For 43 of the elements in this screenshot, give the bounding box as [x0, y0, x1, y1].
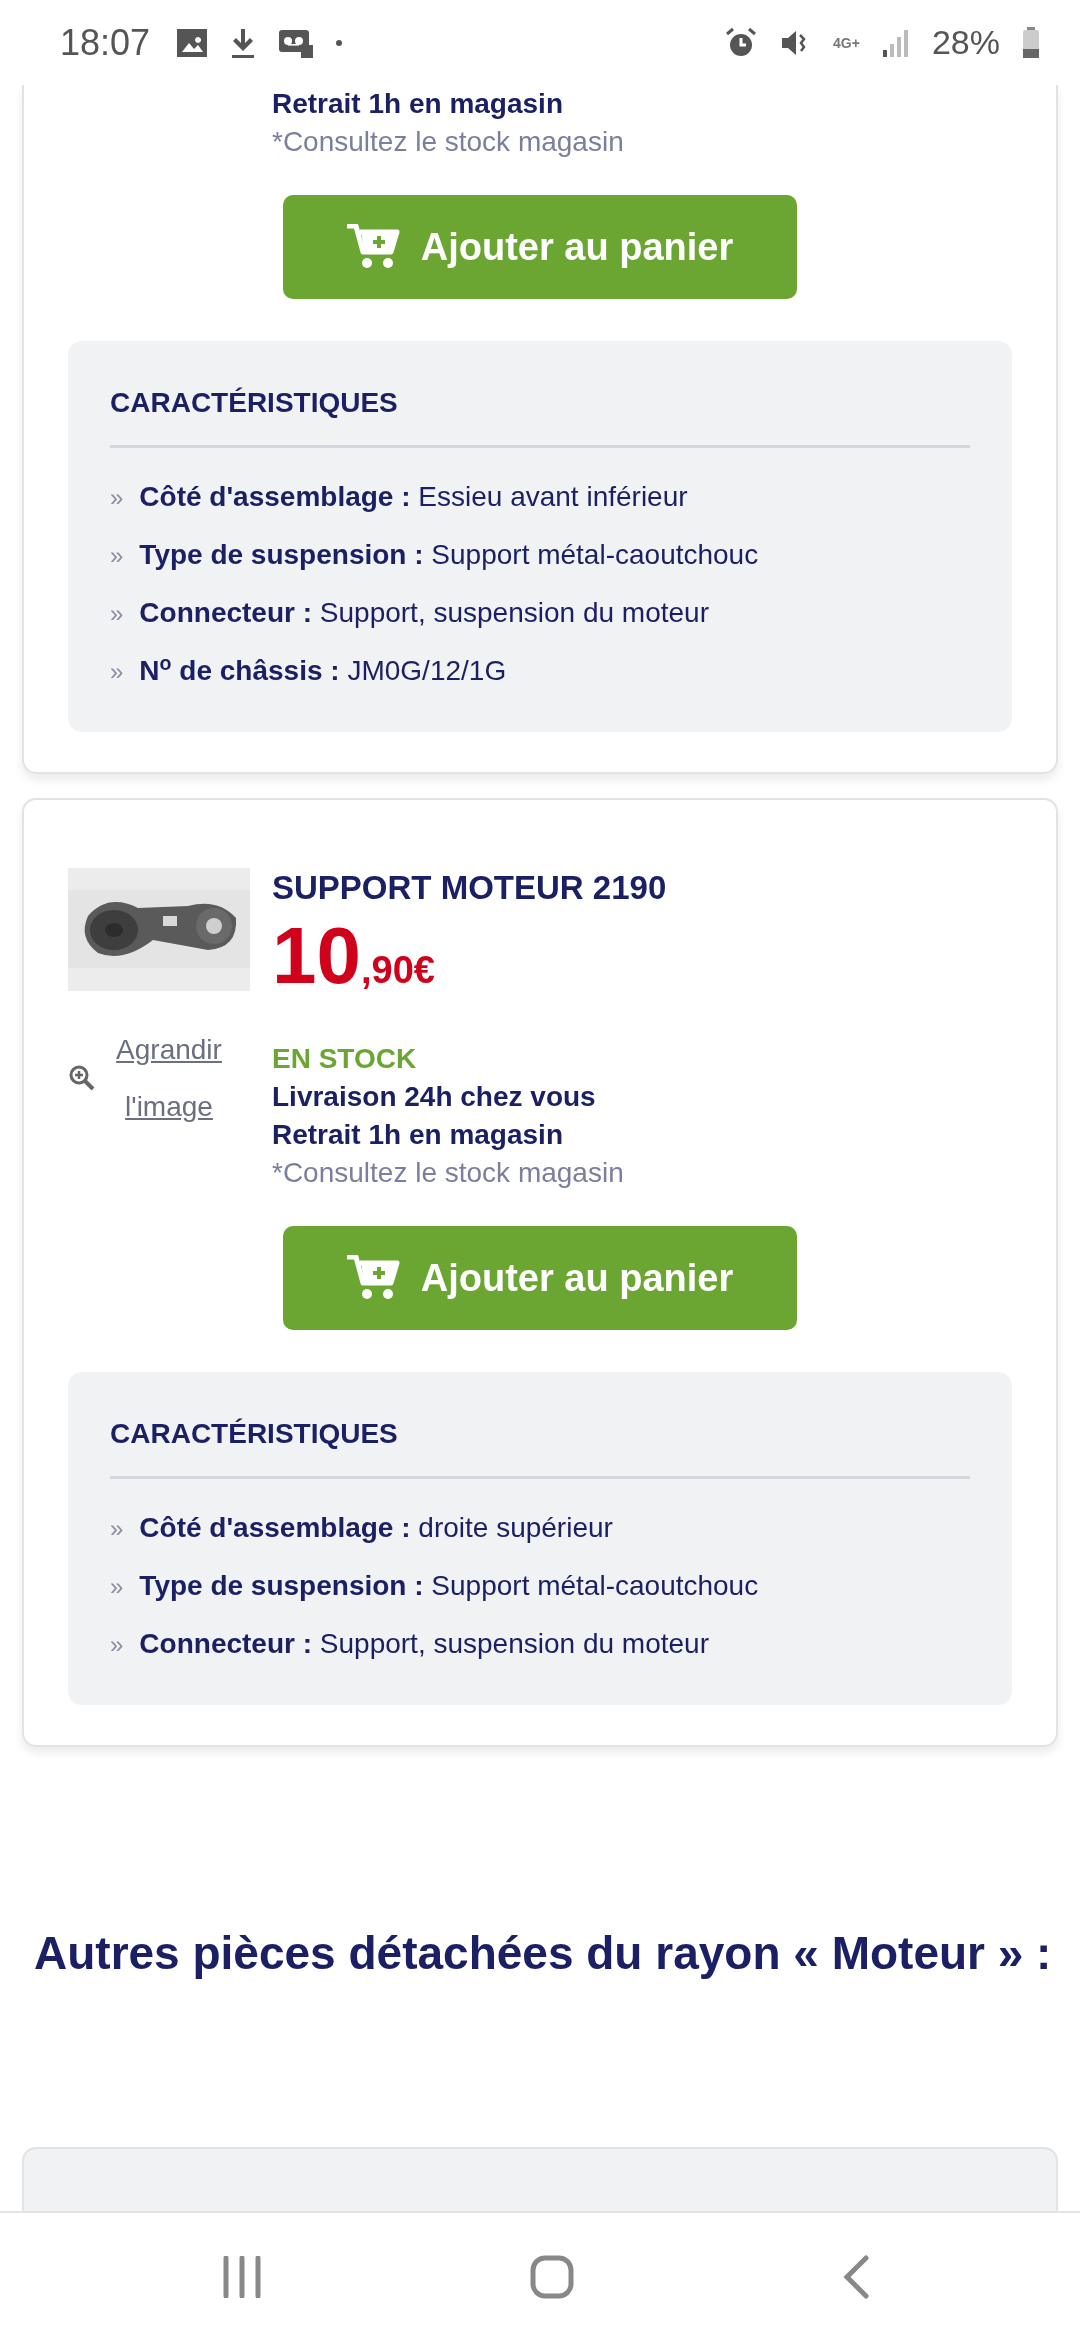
- cart-add-icon: [346, 224, 401, 270]
- delivery-info: Livraison 24h chez vous: [272, 1080, 597, 1114]
- zoom-in-icon: [68, 1064, 96, 1092]
- characteristic-text: Côté d'assemblage : droite supérieur: [139, 1511, 613, 1545]
- bullet-marker: »: [110, 657, 124, 687]
- clock-time: 18:07: [60, 21, 151, 64]
- network-type: 4G+: [833, 34, 860, 51]
- product-price: 10,90€: [272, 916, 436, 1002]
- alarm-icon: [725, 26, 758, 59]
- battery-icon: [1022, 26, 1040, 59]
- characteristic-text: Connecteur : Support, suspension du moteur: [139, 1627, 709, 1661]
- bullet-marker: »: [110, 1630, 124, 1660]
- signal-icon: [881, 27, 910, 58]
- download-icon: [230, 26, 257, 59]
- bullet-marker: »: [110, 1514, 124, 1544]
- add-to-cart-button[interactable]: Ajouter au panier: [283, 1226, 797, 1330]
- back-icon[interactable]: [842, 2254, 870, 2299]
- stock-note: *Consultez le stock magasin: [272, 1156, 625, 1190]
- stock-note: *Consultez le stock magasin: [272, 125, 624, 159]
- characteristics-title: CARACTÉRISTIQUES: [110, 386, 399, 420]
- cart-add-icon: [346, 1255, 401, 1301]
- characteristic-text: Type de suspension : Support métal-caoutchouc: [139, 1569, 759, 1603]
- image-icon: [176, 27, 209, 58]
- stock-status: EN STOCK: [272, 1042, 418, 1076]
- enlarge-image-link[interactable]: Agrandir l'image: [104, 1021, 234, 1135]
- home-icon[interactable]: [530, 2254, 574, 2299]
- add-to-cart-button[interactable]: Ajouter au panier: [283, 195, 797, 299]
- characteristic-text: Côté d'assemblage : Essieu avant inférieur: [139, 480, 688, 514]
- characteristic-text: N$^{o}$ de châssis : JM0G/12/1G: [139, 650, 507, 688]
- notification-dot: [336, 39, 343, 46]
- bullet-marker: »: [110, 483, 124, 513]
- delivery-info: Retrait 1h en magasin: [272, 1118, 564, 1152]
- bullet-marker: »: [110, 541, 124, 571]
- bullet-marker: »: [110, 599, 124, 629]
- bullet-marker: »: [110, 1572, 124, 1602]
- characteristic-text: Connecteur : Support, suspension du moteur: [139, 596, 709, 630]
- characteristics-title: CARACTÉRISTIQUES: [110, 1417, 399, 1451]
- characteristic-text: Type de suspension : Support métal-caoutchouc: [139, 538, 759, 572]
- section-heading: Autres pièces détachées du rayon « Moteur » :: [33, 1926, 1053, 1981]
- recent-apps-icon[interactable]: [222, 2255, 262, 2298]
- delivery-info: Retrait 1h en magasin: [272, 87, 564, 121]
- battery-percentage: 28%: [931, 23, 1000, 62]
- product-title: SUPPORT MOTEUR 2190: [272, 868, 667, 908]
